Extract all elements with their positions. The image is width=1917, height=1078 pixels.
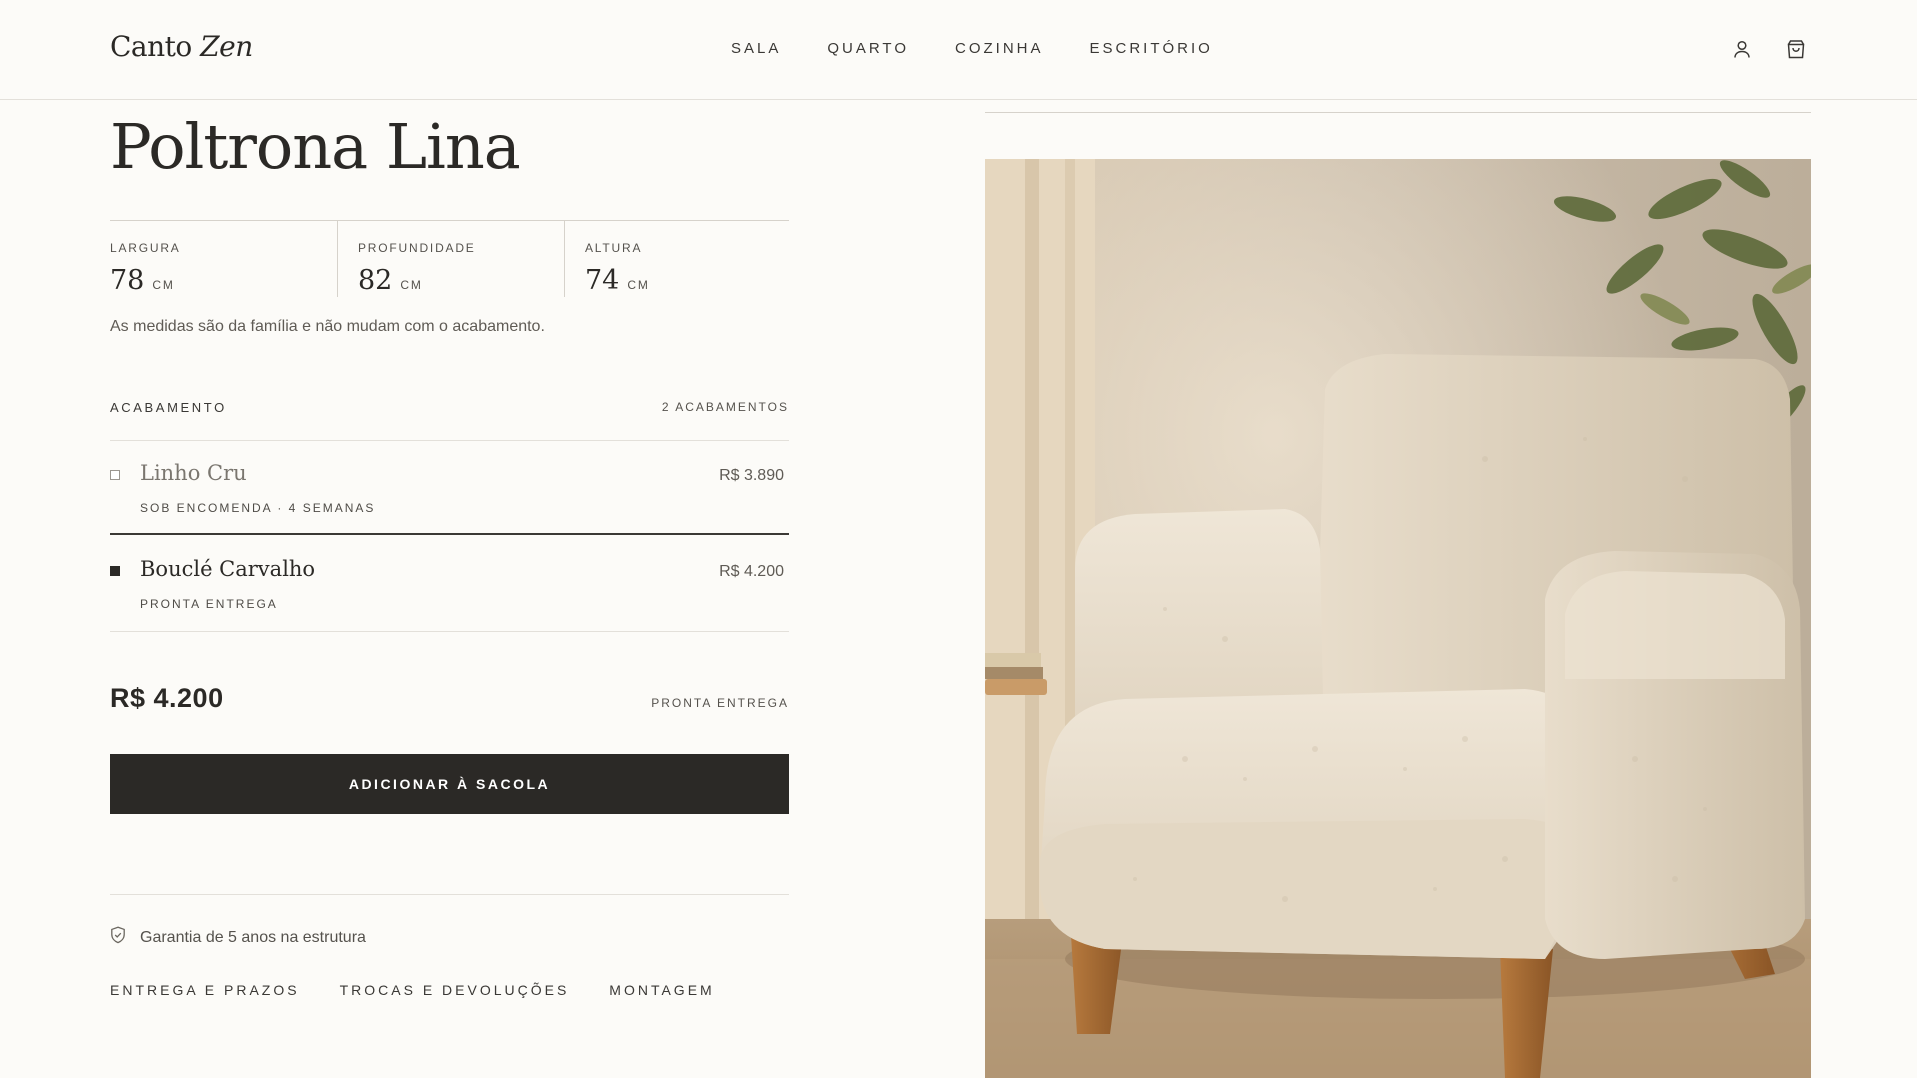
main-nav: SALA QUARTO COZINHA ESCRITÓRIO <box>731 40 1213 57</box>
warranty-text: Garantia de 5 anos na estrutura <box>140 928 366 946</box>
finish-option-price: R$ 4.200 <box>719 563 784 580</box>
user-icon[interactable] <box>1731 38 1753 60</box>
finish-option-price: R$ 3.890 <box>719 467 784 484</box>
nav-item-sala[interactable]: SALA <box>731 40 781 57</box>
nav-item-escritorio[interactable]: ESCRITÓRIO <box>1090 40 1213 57</box>
dimensions-note: As medidas são da família e não mudam co… <box>110 318 545 335</box>
finish-option-linho-cru[interactable]: Linho Cru SOB ENCOMENDA · 4 SEMANAS R$ 3… <box>110 440 789 535</box>
brand-name: Canto <box>110 30 192 63</box>
finish-label: ACABAMENTO <box>110 400 227 415</box>
nav-item-quarto[interactable]: QUARTO <box>827 40 909 57</box>
divider <box>110 894 789 895</box>
brand-name-italic: Zen <box>200 30 253 63</box>
dimensions-table: LARGURA 78 CM PROFUNDIDADE 82 CM ALTURA … <box>110 220 789 297</box>
finish-option-availability: SOB ENCOMENDA · 4 SEMANAS <box>140 501 376 515</box>
dimension-unit: CM <box>400 278 423 292</box>
add-to-bag-button[interactable]: ADICIONAR À SACOLA <box>110 754 789 814</box>
product-image <box>985 159 1811 1078</box>
dimension-label: LARGURA <box>110 241 181 255</box>
site-header: Canto Zen SALA QUARTO COZINHA ESCRITÓRIO <box>0 0 1917 100</box>
dimension-value: 78 <box>110 265 145 296</box>
brand-logo[interactable]: Canto Zen <box>110 30 253 63</box>
finish-option-name: Linho Cru <box>140 461 247 485</box>
product-title: Poltrona Lina <box>110 110 521 183</box>
armchair-photo <box>985 159 1811 1078</box>
finish-option-name: Bouclé Carvalho <box>140 557 316 581</box>
warranty-info: Garantia de 5 anos na estrutura <box>110 926 366 949</box>
dimension-value: 82 <box>358 265 393 296</box>
link-delivery[interactable]: ENTREGA E PRAZOS <box>110 982 300 998</box>
link-returns[interactable]: TROCAS E DEVOLUÇÕES <box>340 982 570 998</box>
finish-option-boucle-carvalho[interactable]: Bouclé Carvalho PRONTA ENTREGA R$ 4.200 <box>110 537 789 632</box>
dimension-unit: CM <box>152 278 175 292</box>
info-links: ENTREGA E PRAZOS TROCAS E DEVOLUÇÕES MON… <box>110 982 715 998</box>
dimension-height: ALTURA 74 CM <box>564 221 789 297</box>
finish-header: ACABAMENTO 2 ACABAMENTOS <box>110 400 789 415</box>
dimension-label: PROFUNDIDADE <box>358 241 476 255</box>
availability-status: PRONTA ENTREGA <box>651 696 789 710</box>
header-actions <box>1731 38 1807 60</box>
product-price: R$ 4.200 <box>110 683 224 713</box>
dimension-unit: CM <box>627 278 650 292</box>
dimension-width: LARGURA 78 CM <box>110 221 337 297</box>
finish-radio[interactable] <box>110 470 120 480</box>
dimension-value: 74 <box>585 265 620 296</box>
link-assembly[interactable]: MONTAGEM <box>609 982 714 998</box>
shield-icon <box>110 926 126 949</box>
dimension-depth: PROFUNDIDADE 82 CM <box>337 221 564 297</box>
divider <box>985 112 1811 113</box>
nav-item-cozinha[interactable]: COZINHA <box>955 40 1044 57</box>
finish-option-availability: PRONTA ENTREGA <box>140 597 278 611</box>
finish-count: 2 ACABAMENTOS <box>661 400 789 414</box>
shopping-bag-icon[interactable] <box>1785 38 1807 60</box>
price-row: R$ 4.200 PRONTA ENTREGA <box>110 683 789 714</box>
finish-radio-selected[interactable] <box>110 566 120 576</box>
dimension-label: ALTURA <box>585 241 643 255</box>
